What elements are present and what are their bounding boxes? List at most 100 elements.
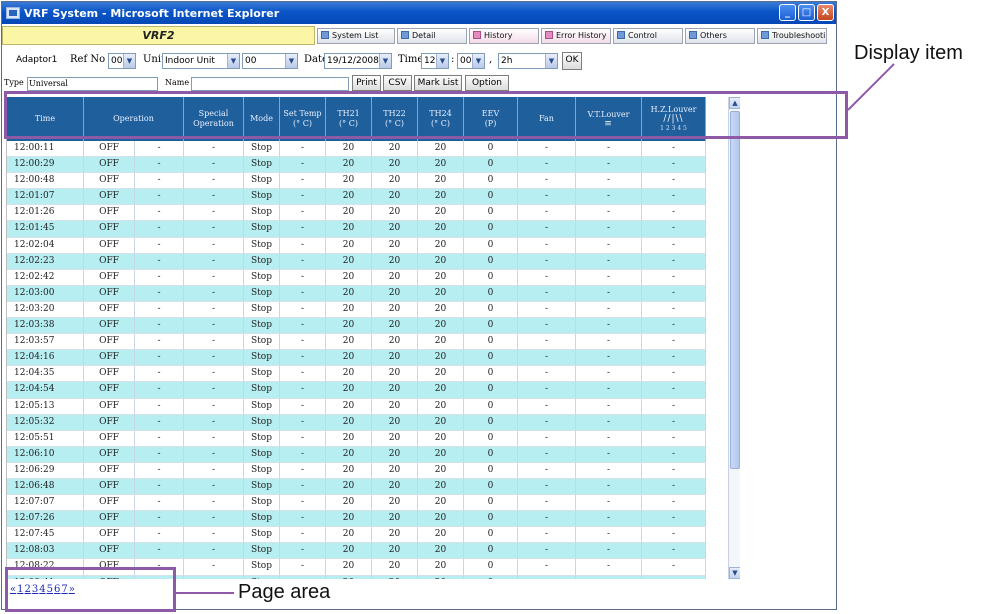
tab-troubleshooting[interactable]: Troubleshooting	[757, 28, 827, 44]
table-cell: -	[576, 189, 642, 206]
table-cell: -	[135, 189, 184, 206]
table-cell: 12:07:26	[7, 511, 84, 528]
ref-no-select[interactable]: 00 ▼	[108, 53, 136, 69]
table-cell: 20	[326, 285, 372, 302]
table-cell: -	[280, 237, 326, 254]
table-row[interactable]: 12:04:16 OFF - - Stop -20 20 20 0- - -	[7, 350, 706, 367]
table-row[interactable]: 12:04:54 OFF - - Stop -20 20 20 0- - -	[7, 382, 706, 399]
print-button[interactable]: Print	[352, 75, 381, 91]
table-cell: Stop	[244, 462, 280, 479]
table-row[interactable]: 12:03:38 OFF - - Stop -20 20 20 0- - -	[7, 318, 706, 335]
maximize-button[interactable]: □	[798, 4, 815, 21]
table-cell: 12:00:29	[7, 157, 84, 174]
table-row[interactable]: 12:01:45 OFF - - Stop -20 20 20 0- - -	[7, 221, 706, 238]
table-cell: 0	[464, 301, 518, 319]
table-row[interactable]: 12:03:57 OFF - - Stop -20 20 20 0- - -	[7, 334, 706, 351]
table-cell: -	[184, 495, 244, 512]
span-select[interactable]: 2h ▼	[498, 53, 558, 69]
table-row[interactable]: 12:00:29 OFF - - Stop -20 20 20 0- - -	[7, 157, 706, 174]
table-cell: 0	[464, 559, 518, 576]
table-row[interactable]: 12:02:04 OFF - - Stop -20 20 20 0- - -	[7, 237, 706, 254]
table-cell: -	[184, 285, 244, 302]
type-field[interactable]: Universal	[27, 77, 158, 91]
table-cell: OFF	[84, 543, 135, 560]
unit-select[interactable]: Indoor Unit ▼	[162, 53, 240, 69]
table-cell: 20	[326, 446, 372, 463]
table-row[interactable]: 12:00:11 OFF - - Stop -20 20 20 0- - -	[7, 141, 706, 158]
unit-number-select[interactable]: 00 ▼	[242, 53, 298, 69]
ie-app-icon	[6, 7, 20, 19]
table-cell: -	[518, 495, 576, 512]
minimize-button[interactable]: _	[779, 4, 796, 21]
table-cell: 20	[372, 334, 418, 351]
table-cell: -	[184, 189, 244, 206]
table-row[interactable]: 12:05:32 OFF - - Stop -20 20 20 0- - -	[7, 414, 706, 431]
table-cell: Stop	[244, 285, 280, 302]
table-row[interactable]: 12:01:26 OFF - - Stop -20 20 20 0- - -	[7, 205, 706, 222]
table-cell: -	[135, 430, 184, 447]
table-cell: -	[135, 478, 184, 496]
name-field[interactable]	[191, 77, 349, 91]
table-cell: -	[518, 301, 576, 319]
scroll-down-icon[interactable]: ▼	[729, 567, 740, 579]
table-cell: Stop	[244, 301, 280, 319]
table-row[interactable]: 12:06:29 OFF - - Stop -20 20 20 0- - -	[7, 462, 706, 479]
table-cell: 12:04:54	[7, 382, 84, 399]
table-row[interactable]: 12:05:13 OFF - - Stop -20 20 20 0- - -	[7, 398, 706, 415]
mark-list-button[interactable]: Mark List	[414, 75, 462, 91]
csv-button[interactable]: CSV	[383, 75, 412, 91]
table-row[interactable]: 12:04:35 OFF - - Stop -20 20 20 0- - -	[7, 366, 706, 383]
table-cell: 20	[418, 157, 464, 174]
table-cell: 0	[464, 173, 518, 190]
table-cell: -	[280, 398, 326, 415]
scroll-thumb[interactable]	[730, 111, 740, 469]
table-row[interactable]: 12:03:00 OFF - - Stop -20 20 20 0- - -	[7, 285, 706, 302]
table-cell: -	[576, 575, 642, 579]
table-cell: 20	[326, 462, 372, 479]
date-select[interactable]: 19/12/2008 ▼	[324, 53, 392, 69]
table-cell: OFF	[84, 511, 135, 528]
table-row[interactable]: 12:07:26 OFF - - Stop -20 20 20 0- - -	[7, 511, 706, 528]
table-cell: 20	[418, 559, 464, 576]
table-cell: -	[518, 173, 576, 190]
tab-system-list[interactable]: System List	[317, 28, 395, 44]
tab-history[interactable]: History	[469, 28, 539, 44]
ok-button[interactable]: OK	[562, 52, 582, 70]
tab-others[interactable]: Others	[685, 28, 755, 44]
table-row[interactable]: 12:03:20 OFF - - Stop -20 20 20 0- - -	[7, 301, 706, 319]
vertical-scrollbar[interactable]: ▲ ▼	[728, 97, 740, 579]
table-cell: 20	[326, 575, 372, 579]
table-cell: -	[576, 285, 642, 302]
table-cell: -	[184, 366, 244, 383]
table-row[interactable]: 12:06:10 OFF - - Stop -20 20 20 0- - -	[7, 446, 706, 463]
table-row[interactable]: 12:02:23 OFF - - Stop -20 20 20 0- - -	[7, 253, 706, 270]
tab-control[interactable]: Control	[613, 28, 683, 44]
table-cell: 20	[418, 301, 464, 319]
table-row[interactable]: 12:07:45 OFF - - Stop -20 20 20 0- - -	[7, 527, 706, 544]
display-item-highlight	[4, 91, 848, 139]
table-row[interactable]: 12:07:07 OFF - - Stop -20 20 20 0- - -	[7, 495, 706, 512]
table-cell: 0	[464, 221, 518, 238]
table-cell: 20	[326, 478, 372, 496]
table-cell: -	[135, 398, 184, 415]
table-row[interactable]: 12:01:07 OFF - - Stop -20 20 20 0- - -	[7, 189, 706, 206]
table-cell: 20	[418, 334, 464, 351]
name-label: Name	[165, 78, 190, 87]
table-row[interactable]: 12:00:48 OFF - - Stop -20 20 20 0- - -	[7, 173, 706, 190]
option-button[interactable]: Option	[465, 75, 509, 91]
tab-detail[interactable]: Detail	[397, 28, 467, 44]
table-cell: Stop	[244, 495, 280, 512]
table-row[interactable]: 12:06:48 OFF - - Stop -20 20 20 0- - -	[7, 478, 706, 496]
window-title: VRF System - Microsoft Internet Explorer	[24, 6, 280, 20]
time-hour-select[interactable]: 12 ▼	[421, 53, 449, 69]
table-cell: -	[280, 559, 326, 576]
table-row[interactable]: 12:08:03 OFF - - Stop -20 20 20 0- - -	[7, 543, 706, 560]
close-button[interactable]: X	[817, 4, 834, 21]
table-cell: 20	[418, 221, 464, 238]
table-row[interactable]: 12:02:42 OFF - - Stop -20 20 20 0- - -	[7, 269, 706, 286]
table-cell: -	[135, 414, 184, 431]
time-minute-select[interactable]: 00 ▼	[457, 53, 485, 69]
table-row[interactable]: 12:05:51 OFF - - Stop -20 20 20 0- - -	[7, 430, 706, 447]
tab-error-history[interactable]: Error History	[541, 28, 611, 44]
table-cell: 20	[418, 527, 464, 544]
